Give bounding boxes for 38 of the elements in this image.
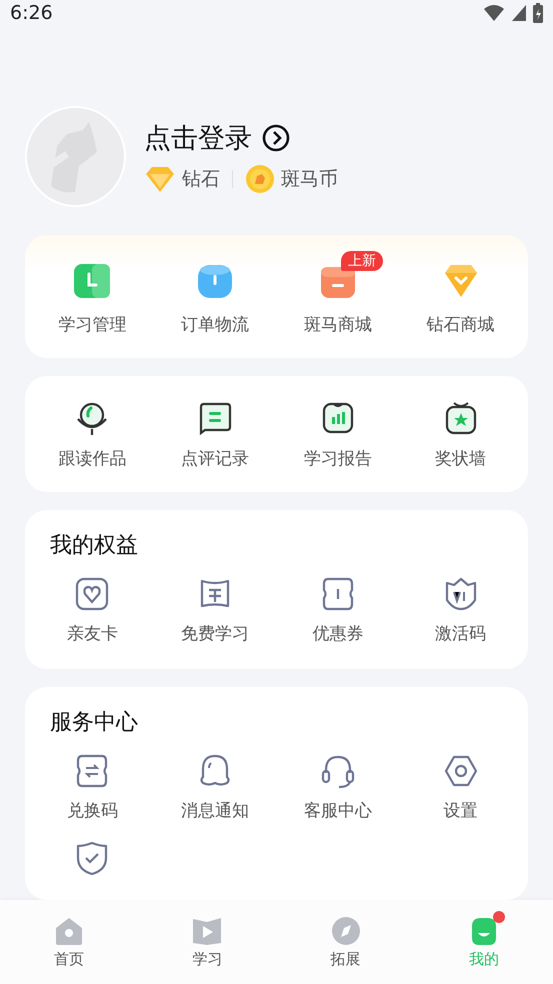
menu-item[interactable]: 客服中心 bbox=[304, 753, 372, 822]
headset-icon bbox=[320, 753, 356, 789]
menu-item[interactable]: 免费学习 bbox=[181, 576, 250, 645]
section-title: 服务中心 bbox=[50, 709, 139, 737]
menu-item[interactable]: 奖状墙 bbox=[435, 399, 486, 470]
menu-item[interactable]: 亲友卡 bbox=[66, 576, 118, 645]
clock-icon bbox=[72, 261, 112, 301]
coins-label: 斑马币 bbox=[281, 166, 338, 192]
settings-icon bbox=[442, 753, 479, 789]
menu-item[interactable]: 跟读作品 bbox=[58, 399, 126, 470]
home-icon bbox=[54, 916, 84, 946]
menu-item[interactable]: 设置 bbox=[442, 753, 479, 822]
chevron-circle-icon bbox=[262, 124, 290, 152]
menu-item[interactable]: 兑换码 bbox=[66, 753, 118, 822]
menu-item[interactable]: 上新 斑马商城 bbox=[288, 249, 388, 336]
nav-tab[interactable]: 学习 bbox=[138, 900, 276, 984]
diamond-label: 钻石 bbox=[182, 166, 220, 192]
menu-item[interactable]: 学习报告 bbox=[304, 399, 372, 470]
wifi-icon bbox=[483, 4, 505, 22]
heart-card-icon bbox=[74, 576, 110, 612]
menu-item[interactable]: 订单物流 bbox=[181, 261, 250, 336]
menu-item[interactable]: 学习管理 bbox=[58, 261, 126, 336]
status-time: 6:26 bbox=[10, 2, 53, 24]
section-title: 我的权益 bbox=[50, 532, 139, 560]
play-icon bbox=[192, 916, 222, 946]
compass-icon bbox=[330, 916, 361, 946]
menu-item[interactable]: 钻石商城 bbox=[426, 261, 495, 336]
menu-item[interactable]: 点评记录 bbox=[181, 399, 250, 470]
login-button[interactable]: 点击登录 bbox=[144, 120, 338, 156]
new-badge: 上新 bbox=[340, 251, 383, 271]
battery-icon bbox=[533, 3, 543, 23]
signal-icon bbox=[511, 4, 527, 22]
menu-item[interactable]: 激活码 bbox=[435, 576, 486, 645]
coin-icon bbox=[245, 164, 275, 194]
nav-tab[interactable]: 拓展 bbox=[276, 900, 415, 984]
menu-item[interactable]: 优惠券 bbox=[312, 576, 364, 645]
menu-item[interactable]: 消息通知 bbox=[181, 753, 250, 822]
nav-tab[interactable]: 首页 bbox=[0, 900, 138, 984]
